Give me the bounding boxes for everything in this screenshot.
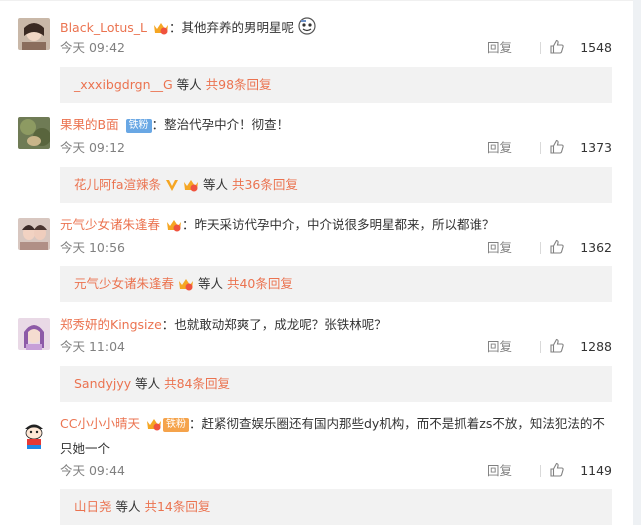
divider — [540, 465, 541, 477]
reply-total[interactable]: 共84条回复 — [164, 376, 230, 391]
reply-button[interactable]: 回复 — [487, 39, 512, 57]
like-thumb-icon — [549, 139, 565, 160]
like-button[interactable]: 1362 — [540, 239, 612, 257]
page-edge — [633, 0, 641, 525]
like-thumb-icon — [549, 338, 565, 359]
reply-summary[interactable]: 元气少女诸朱逢春 等人 共40条回复 — [60, 266, 612, 302]
comment-username[interactable]: CC小小小晴天 — [60, 416, 140, 431]
comment-text: 也就敢动郑爽了，成龙呢？张铁林呢？ — [174, 317, 387, 332]
comment-content: Black_Lotus_L ：其他弃养的男明星呢 — [60, 17, 316, 40]
v-verified-icon — [165, 170, 179, 206]
comment-username[interactable]: Black_Lotus_L — [60, 20, 147, 35]
divider — [0, 0, 641, 1]
colon: ： — [161, 317, 175, 332]
comment-text: 赶紧彻查娱乐圈还有国内那些dy机构，而不是抓着zs不放，知法犯法的不只她一个 — [60, 416, 605, 456]
divider — [540, 142, 541, 154]
reply-middle: 等人 — [194, 276, 227, 291]
comment-meta: 今天 09:44 回复 1149 — [60, 462, 612, 480]
comment-meta: 今天 09:12 回复 1373 — [60, 139, 612, 157]
reply-button[interactable]: 回复 — [487, 462, 512, 480]
fan-badge: 铁粉 — [125, 119, 152, 133]
like-button[interactable]: 1149 — [540, 462, 612, 480]
reply-summary[interactable]: 山日尧 等人 共14条回复 — [60, 489, 612, 525]
reply-total[interactable]: 共14条回复 — [144, 499, 210, 514]
colon: ： — [182, 217, 195, 232]
divider — [540, 341, 541, 353]
reply-middle: 等人 — [131, 376, 165, 391]
crown-badge-icon — [153, 21, 169, 40]
reply-summary[interactable]: 花儿阿fa渲辣条 等人 共36条回复 — [60, 167, 612, 203]
reply-names[interactable]: 花儿阿fa渲辣条 — [74, 177, 161, 192]
like-thumb-icon — [549, 39, 565, 60]
crown-badge-icon — [183, 170, 199, 206]
comment-meta: 今天 09:42 回复 1548 — [60, 39, 612, 57]
like-button[interactable]: 1373 — [540, 139, 612, 157]
colon: ： — [188, 416, 202, 431]
reply-summary[interactable]: Sandyjyy 等人 共84条回复 — [60, 366, 612, 402]
colon: ： — [169, 20, 182, 35]
reply-names[interactable]: Sandyjyy — [74, 376, 131, 391]
comment-meta: 今天 10:56 回复 1362 — [60, 239, 612, 257]
comment-list: Black_Lotus_L ：其他弃养的男明星呢 今天 09:42 回复 154… — [0, 0, 641, 525]
reply-summary[interactable]: _xxxibgdrgn__G 等人 共98条回复 — [60, 67, 612, 103]
avatar[interactable] — [18, 418, 50, 450]
like-count: 1548 — [580, 40, 612, 55]
reply-total[interactable]: 共98条回复 — [206, 77, 272, 92]
avatar[interactable] — [18, 117, 50, 149]
comment-text: 整治代孕中介！彻查！ — [164, 117, 290, 132]
like-count: 1373 — [580, 140, 612, 155]
comment-text: 其他弃养的男明星呢 — [181, 20, 295, 35]
avatar[interactable] — [18, 218, 50, 250]
comment-content: 元气少女诸朱逢春 ：昨天采访代孕中介，中介说很多明星都来，所以都谁？ — [60, 216, 495, 237]
comment-username[interactable]: 果果的B面 — [60, 117, 119, 132]
comment-time: 今天 09:42 — [60, 40, 125, 55]
colon: ： — [151, 117, 165, 132]
comment-content: 郑秀妍的Kingsize：也就敢动郑爽了，成龙呢？张铁林呢？ — [60, 316, 387, 334]
comment-text: 昨天采访代孕中介，中介说很多明星都来，所以都谁？ — [194, 217, 495, 232]
divider — [540, 42, 541, 54]
comment-time: 今天 09:44 — [60, 463, 125, 478]
divider — [540, 242, 541, 254]
comment-meta: 今天 11:04 回复 1288 — [60, 338, 612, 356]
like-count: 1288 — [580, 339, 612, 354]
reply-button[interactable]: 回复 — [487, 239, 512, 257]
like-button[interactable]: 1548 — [540, 39, 612, 57]
comment-time: 今天 11:04 — [60, 339, 125, 354]
like-count: 1362 — [580, 240, 612, 255]
reply-total[interactable]: 共36条回复 — [232, 177, 298, 192]
comment-content: CC小小小晴天 铁粉 ：赶紧彻查娱乐圈还有国内那些dy机构，而不是抓着zs不放，知… — [60, 413, 612, 460]
reply-total[interactable]: 共40条回复 — [227, 276, 293, 291]
like-thumb-icon — [549, 462, 565, 483]
reply-middle: 等人 — [199, 177, 232, 192]
comment-time: 今天 09:12 — [60, 140, 125, 155]
reply-middle: 等人 — [111, 499, 145, 514]
comment-username[interactable]: 郑秀妍的Kingsize — [60, 317, 162, 332]
comment-time: 今天 10:56 — [60, 240, 125, 255]
reply-names[interactable]: _xxxibgdrgn__G — [74, 77, 173, 92]
like-count: 1149 — [580, 463, 612, 478]
reply-button[interactable]: 回复 — [487, 338, 512, 356]
reply-button[interactable]: 回复 — [487, 139, 512, 157]
reply-names[interactable]: 山日尧 — [74, 499, 112, 514]
crown-badge-icon — [166, 218, 182, 237]
comment-content: 果果的B面 铁粉 ：整治代孕中介！彻查！ — [60, 116, 289, 134]
reply-middle: 等人 — [172, 77, 206, 92]
fan-badge: 铁粉 — [162, 418, 189, 432]
like-button[interactable]: 1288 — [540, 338, 612, 356]
emoji-sticker-icon — [298, 17, 316, 40]
crown-badge-icon — [178, 269, 194, 305]
avatar[interactable] — [18, 18, 50, 50]
comment-username[interactable]: 元气少女诸朱逢春 — [60, 217, 160, 232]
crown-badge-icon — [146, 416, 162, 438]
avatar[interactable] — [18, 318, 50, 350]
reply-names[interactable]: 元气少女诸朱逢春 — [74, 276, 174, 291]
like-thumb-icon — [549, 239, 565, 260]
